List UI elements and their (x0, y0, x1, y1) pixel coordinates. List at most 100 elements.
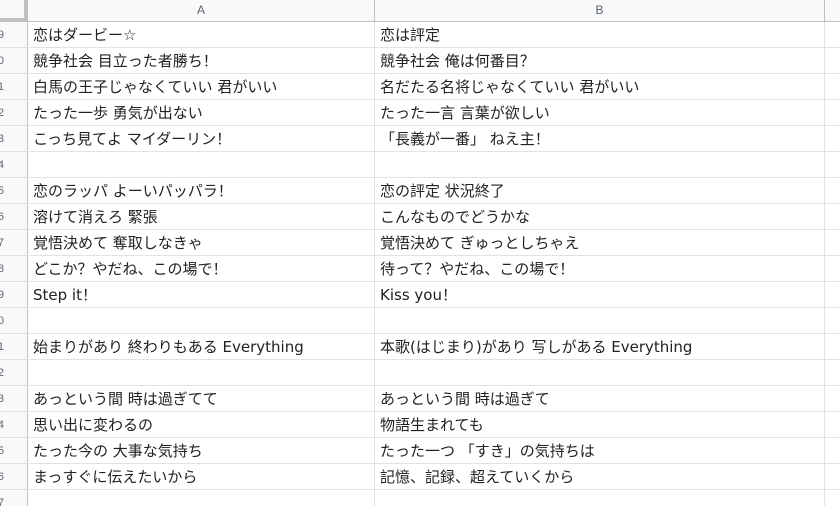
cell-column-c[interactable] (825, 256, 840, 281)
cell-column-b[interactable]: 恋の評定 状況終了 (375, 178, 825, 203)
cell-column-b[interactable] (375, 308, 825, 333)
row-header[interactable]: 3 (0, 386, 28, 411)
cell-column-a[interactable]: こっち見てよ マイダーリン！ (28, 126, 375, 151)
row-header[interactable]: 9 (0, 22, 28, 47)
cell-column-c[interactable] (825, 152, 840, 177)
cell-column-c[interactable] (825, 126, 840, 151)
cell-column-a[interactable]: 始まりがあり 終わりもある Everything (28, 334, 375, 359)
cell-column-a[interactable] (28, 308, 375, 333)
table-row: 4 (0, 152, 840, 178)
cell-column-c[interactable] (825, 74, 840, 99)
cell-column-a[interactable]: 思い出に変わるの (28, 412, 375, 437)
cell-column-b[interactable] (375, 360, 825, 385)
cell-column-a[interactable]: どこか？やだね、この場で！ (28, 256, 375, 281)
row-header[interactable]: 9 (0, 282, 28, 307)
cell-column-a[interactable] (28, 360, 375, 385)
row-header[interactable]: 0 (0, 308, 28, 333)
cell-column-b[interactable]: こんなものでどうかな (375, 204, 825, 229)
row-header[interactable]: 4 (0, 412, 28, 437)
cell-column-b[interactable]: 「長義が一番」 ねえ主！ (375, 126, 825, 151)
cell-column-a[interactable]: Step it！ (28, 282, 375, 307)
cell-column-c[interactable] (825, 386, 840, 411)
cell-column-b[interactable]: 物語生まれても (375, 412, 825, 437)
row-header[interactable]: 5 (0, 438, 28, 463)
row-number: 6 (0, 204, 4, 229)
cell-column-c[interactable] (825, 490, 840, 506)
table-row: 3 あっという間 時は過ぎててあっという間 時は過ぎて (0, 386, 840, 412)
row-header[interactable]: 5 (0, 178, 28, 203)
cell-column-a[interactable]: 白馬の王子じゃなくていい 君がいい (28, 74, 375, 99)
row-number: 7 (0, 230, 4, 255)
cell-column-a[interactable] (28, 490, 375, 506)
row-header[interactable]: 2 (0, 360, 28, 385)
row-header[interactable]: 3 (0, 126, 28, 151)
cell-column-b[interactable]: たった一言 言葉が欲しい (375, 100, 825, 125)
cell-column-b[interactable]: たった一つ 「すき」の気持ちは (375, 438, 825, 463)
row-header[interactable]: 7 (0, 230, 28, 255)
cell-column-c[interactable] (825, 412, 840, 437)
cell-column-c[interactable] (825, 334, 840, 359)
cell-column-c[interactable] (825, 464, 840, 489)
cell-column-b[interactable]: あっという間 時は過ぎて (375, 386, 825, 411)
cell-column-b[interactable]: 恋は評定 (375, 22, 825, 47)
cell-column-a[interactable]: 溶けて消えろ 緊張 (28, 204, 375, 229)
cell-column-b[interactable]: 競争社会 俺は何番目？ (375, 48, 825, 73)
row-header[interactable]: 4 (0, 152, 28, 177)
column-header-b[interactable]: B (375, 0, 825, 21)
column-header-bar: A B (0, 0, 840, 22)
column-header-c[interactable] (825, 0, 840, 21)
table-row: 1 白馬の王子じゃなくていい 君がいい名だたる名将じゃなくていい 君がいい (0, 74, 840, 100)
row-number: 2 (0, 100, 4, 125)
cell-column-c[interactable] (825, 22, 840, 47)
cell-column-b[interactable]: 覚悟決めて ぎゅっとしちゃえ (375, 230, 825, 255)
cell-column-b[interactable]: 名だたる名将じゃなくていい 君がいい (375, 74, 825, 99)
table-row: 5 恋のラッパ よーいパッパラ！恋の評定 状況終了 (0, 178, 840, 204)
table-row: 9 Step it！Kiss you！ (0, 282, 840, 308)
cell-column-a[interactable]: 恋のラッパ よーいパッパラ！ (28, 178, 375, 203)
row-header[interactable]: 1 (0, 334, 28, 359)
cell-column-a[interactable] (28, 152, 375, 177)
row-header[interactable]: 6 (0, 204, 28, 229)
row-header[interactable]: 7 (0, 490, 28, 506)
cell-column-b[interactable]: Kiss you！ (375, 282, 825, 307)
cell-column-a[interactable]: 競争社会 目立った者勝ち！ (28, 48, 375, 73)
cell-column-a[interactable]: たった今の 大事な気持ち (28, 438, 375, 463)
cell-column-c[interactable] (825, 282, 840, 307)
row-header[interactable]: 6 (0, 464, 28, 489)
row-header[interactable]: 1 (0, 74, 28, 99)
cell-column-c[interactable] (825, 360, 840, 385)
cell-column-c[interactable] (825, 178, 840, 203)
cell-column-a[interactable]: たった一歩 勇気が出ない (28, 100, 375, 125)
row-header[interactable]: 2 (0, 100, 28, 125)
row-header[interactable]: 0 (0, 48, 28, 73)
table-row: 9 恋はダービー☆恋は評定 (0, 22, 840, 48)
cell-column-b[interactable]: 本歌(はじまり)があり 写しがある Everything (375, 334, 825, 359)
cell-column-c[interactable] (825, 308, 840, 333)
cell-column-c[interactable] (825, 438, 840, 463)
row-header[interactable]: 8 (0, 256, 28, 281)
select-all-corner[interactable] (0, 0, 28, 22)
cell-column-b[interactable]: 待って？やだね、この場で！ (375, 256, 825, 281)
cell-column-c[interactable] (825, 204, 840, 229)
row-number: 5 (0, 438, 4, 463)
cell-column-b[interactable]: 記憶、記録、超えていくから (375, 464, 825, 489)
cell-column-a[interactable]: まっすぐに伝えたいから (28, 464, 375, 489)
grid-body: 9 恋はダービー☆恋は評定 0 競争社会 目立った者勝ち！競争社会 俺は何番目？ 1 白馬… (0, 22, 840, 506)
row-number: 1 (0, 74, 4, 99)
cell-column-a[interactable]: あっという間 時は過ぎてて (28, 386, 375, 411)
table-row: 5 たった今の 大事な気持ちたった一つ 「すき」の気持ちは (0, 438, 840, 464)
cell-column-c[interactable] (825, 230, 840, 255)
row-number: 1 (0, 334, 4, 359)
row-number: 0 (0, 48, 4, 73)
column-header-a[interactable]: A (28, 0, 375, 21)
row-number: 0 (0, 308, 4, 333)
cell-column-a[interactable]: 覚悟決めて 奪取しなきゃ (28, 230, 375, 255)
cell-column-b[interactable] (375, 152, 825, 177)
spreadsheet: A B 9 恋はダービー☆恋は評定 0 競争社会 目立った者勝ち！競争社会 俺は何番目… (0, 0, 840, 506)
cell-column-c[interactable] (825, 48, 840, 73)
table-row: 6 溶けて消えろ 緊張こんなものでどうかな (0, 204, 840, 230)
cell-column-c[interactable] (825, 100, 840, 125)
row-number: 4 (0, 412, 4, 437)
cell-column-b[interactable] (375, 490, 825, 506)
cell-column-a[interactable]: 恋はダービー☆ (28, 22, 375, 47)
